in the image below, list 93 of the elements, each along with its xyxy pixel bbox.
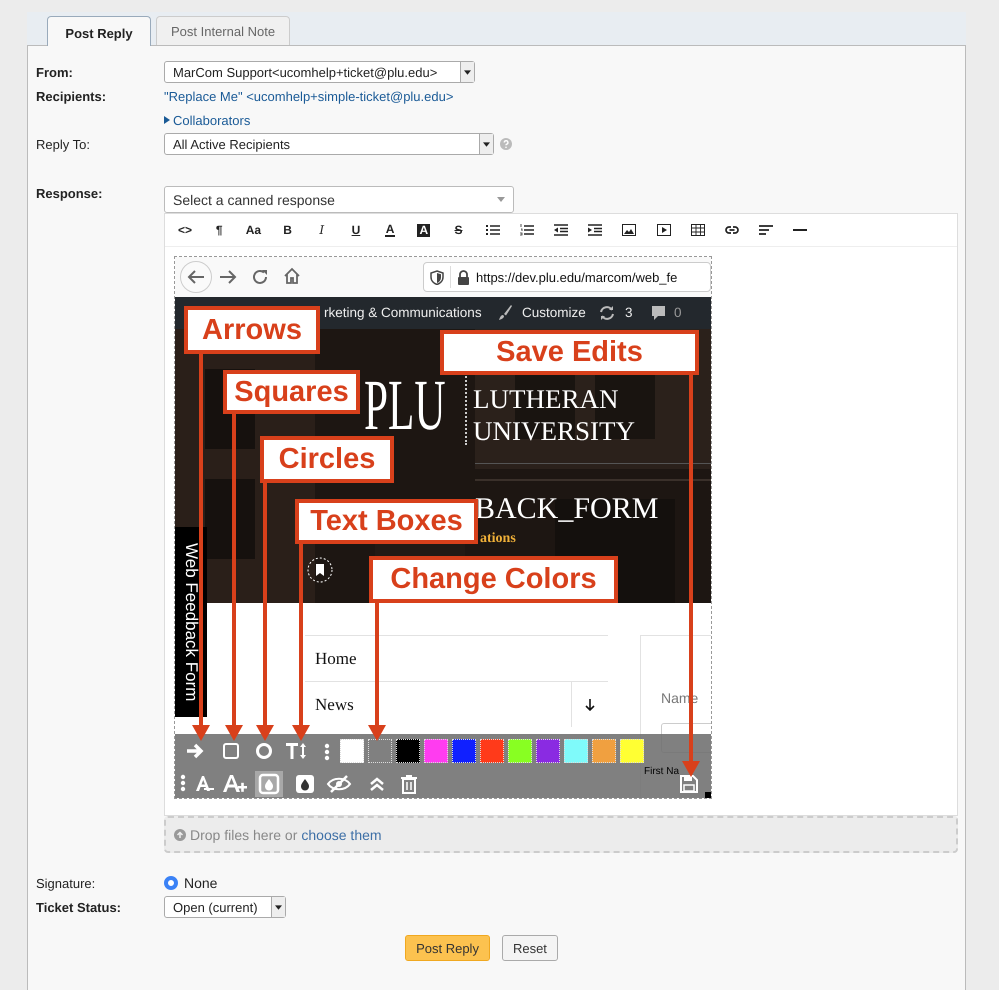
upload-icon [174, 828, 186, 840]
table-icon[interactable] [690, 224, 705, 236]
color-swatch[interactable] [508, 739, 532, 763]
customize-link[interactable]: Customize [522, 305, 586, 320]
reload-icon[interactable] [251, 268, 269, 286]
outdent-icon[interactable] [554, 224, 568, 236]
ticket-status-select[interactable]: Open (current) [164, 896, 286, 918]
canned-response-select[interactable]: Select a canned response [164, 186, 514, 213]
toolbar-button[interactable]: A [417, 224, 430, 236]
choose-files-link[interactable]: choose them [301, 826, 382, 842]
reply-to-select[interactable]: All Active Recipients [164, 133, 494, 155]
caret-icon [497, 197, 505, 202]
resize-handle[interactable] [705, 792, 711, 798]
nav-link[interactable]: Home [315, 648, 357, 668]
caret-icon [275, 904, 282, 910]
site-name-link[interactable]: rketing & Communications [324, 305, 482, 320]
color-swatch[interactable] [368, 739, 392, 763]
file-dropzone[interactable]: Drop files here or choose them [164, 816, 958, 853]
toolbar-button[interactable]: U [346, 223, 366, 237]
signature-label: Signature: [36, 876, 96, 890]
color-swatch[interactable] [340, 739, 364, 763]
rich-text-editor[interactable] [164, 213, 958, 816]
recipients-link[interactable]: "Replace Me" <ucomhelp+simple-ticket@plu.edu> [164, 88, 454, 104]
comment-icon [651, 305, 666, 321]
tab[interactable]: Post Internal Note [156, 16, 290, 45]
numbers-icon[interactable] [520, 224, 534, 236]
field-label: First Na [644, 766, 679, 777]
callout-label: Circles [260, 436, 394, 483]
response-label: Response: [36, 186, 104, 201]
brush-icon [498, 304, 512, 320]
ticket-status-label: Ticket Status: [36, 900, 122, 914]
url-field[interactable]: https://dev.plu.edu/marcom/web_fe [423, 262, 711, 292]
drag-handle-icon[interactable] [324, 743, 330, 761]
shield-icon [430, 270, 444, 284]
form-button[interactable]: Reset [502, 935, 558, 961]
down-arrow-icon[interactable] [585, 698, 595, 710]
reply-to-label: Reply To: [36, 136, 91, 152]
image-icon[interactable] [622, 224, 636, 236]
recipients-label: Recipients: [36, 88, 108, 104]
save-icon[interactable] [680, 775, 698, 793]
callout-label: Arrows [184, 306, 320, 354]
callout-label: Squares [223, 370, 360, 414]
from-select[interactable]: MarCom Support<ucomhelp+ticket@plu.edu> [164, 61, 475, 83]
toolbar-button[interactable]: S [448, 223, 468, 237]
color-swatch[interactable] [424, 739, 448, 763]
collaborators-toggle[interactable]: Collaborators [164, 112, 250, 128]
lock-icon [457, 270, 470, 284]
dropzone-text: Drop files here or [190, 826, 298, 842]
caret-icon [483, 142, 490, 146]
bullets-icon[interactable] [486, 224, 500, 236]
toolbar-button[interactable]: <> [175, 223, 195, 237]
nav-link[interactable]: News [315, 694, 354, 714]
logo-mark: PLU [364, 376, 446, 434]
toolbar-button[interactable]: B [278, 223, 298, 237]
text-size-tool-icon[interactable] [286, 741, 308, 761]
color-swatch[interactable] [536, 739, 560, 763]
updates-count: 3 [625, 305, 633, 320]
square-tool-icon[interactable] [220, 741, 242, 761]
back-icon[interactable] [180, 261, 212, 293]
video-icon[interactable] [656, 224, 671, 236]
form-button[interactable]: Post Reply [405, 935, 490, 961]
from-label: From: [36, 64, 74, 80]
fill-tool-icon[interactable] [255, 771, 283, 797]
home-icon[interactable] [283, 267, 301, 285]
toolbar-button[interactable]: Aa [243, 223, 264, 237]
forward-icon[interactable] [219, 268, 237, 286]
color-swatch[interactable] [396, 739, 420, 763]
circle-tool-icon[interactable] [253, 741, 275, 761]
callout-label: Text Boxes [295, 499, 478, 544]
university-name-line: LUTHERAN [473, 384, 618, 414]
comments-count: 0 [674, 305, 682, 320]
university-name-line: UNIVERSITY [473, 416, 635, 446]
callout-label: Change Colors [369, 556, 618, 603]
color-swatch[interactable] [452, 739, 476, 763]
page-subtitle: ations [480, 531, 516, 547]
signature-radio[interactable]: None [164, 875, 218, 891]
toolbar-button[interactable]: ¶ [209, 223, 230, 237]
callout-label: Save Edits [440, 330, 699, 375]
caret-icon [164, 116, 170, 124]
indent-icon[interactable] [588, 224, 602, 236]
toolbar-button[interactable]: I [312, 223, 332, 237]
tab[interactable]: Post Reply [47, 16, 151, 46]
color-swatch[interactable] [592, 739, 616, 763]
color-swatch[interactable] [620, 739, 644, 763]
drag-handle-icon[interactable] [180, 774, 186, 792]
color-swatch[interactable] [564, 739, 588, 763]
bookmark-icon[interactable] [307, 557, 333, 583]
link-icon[interactable] [725, 224, 739, 236]
color-swatch[interactable] [480, 739, 504, 763]
sync-icon [599, 305, 615, 321]
align-icon[interactable] [759, 224, 774, 236]
toolbar-button[interactable]: A [385, 223, 396, 237]
caret-icon [464, 70, 471, 74]
